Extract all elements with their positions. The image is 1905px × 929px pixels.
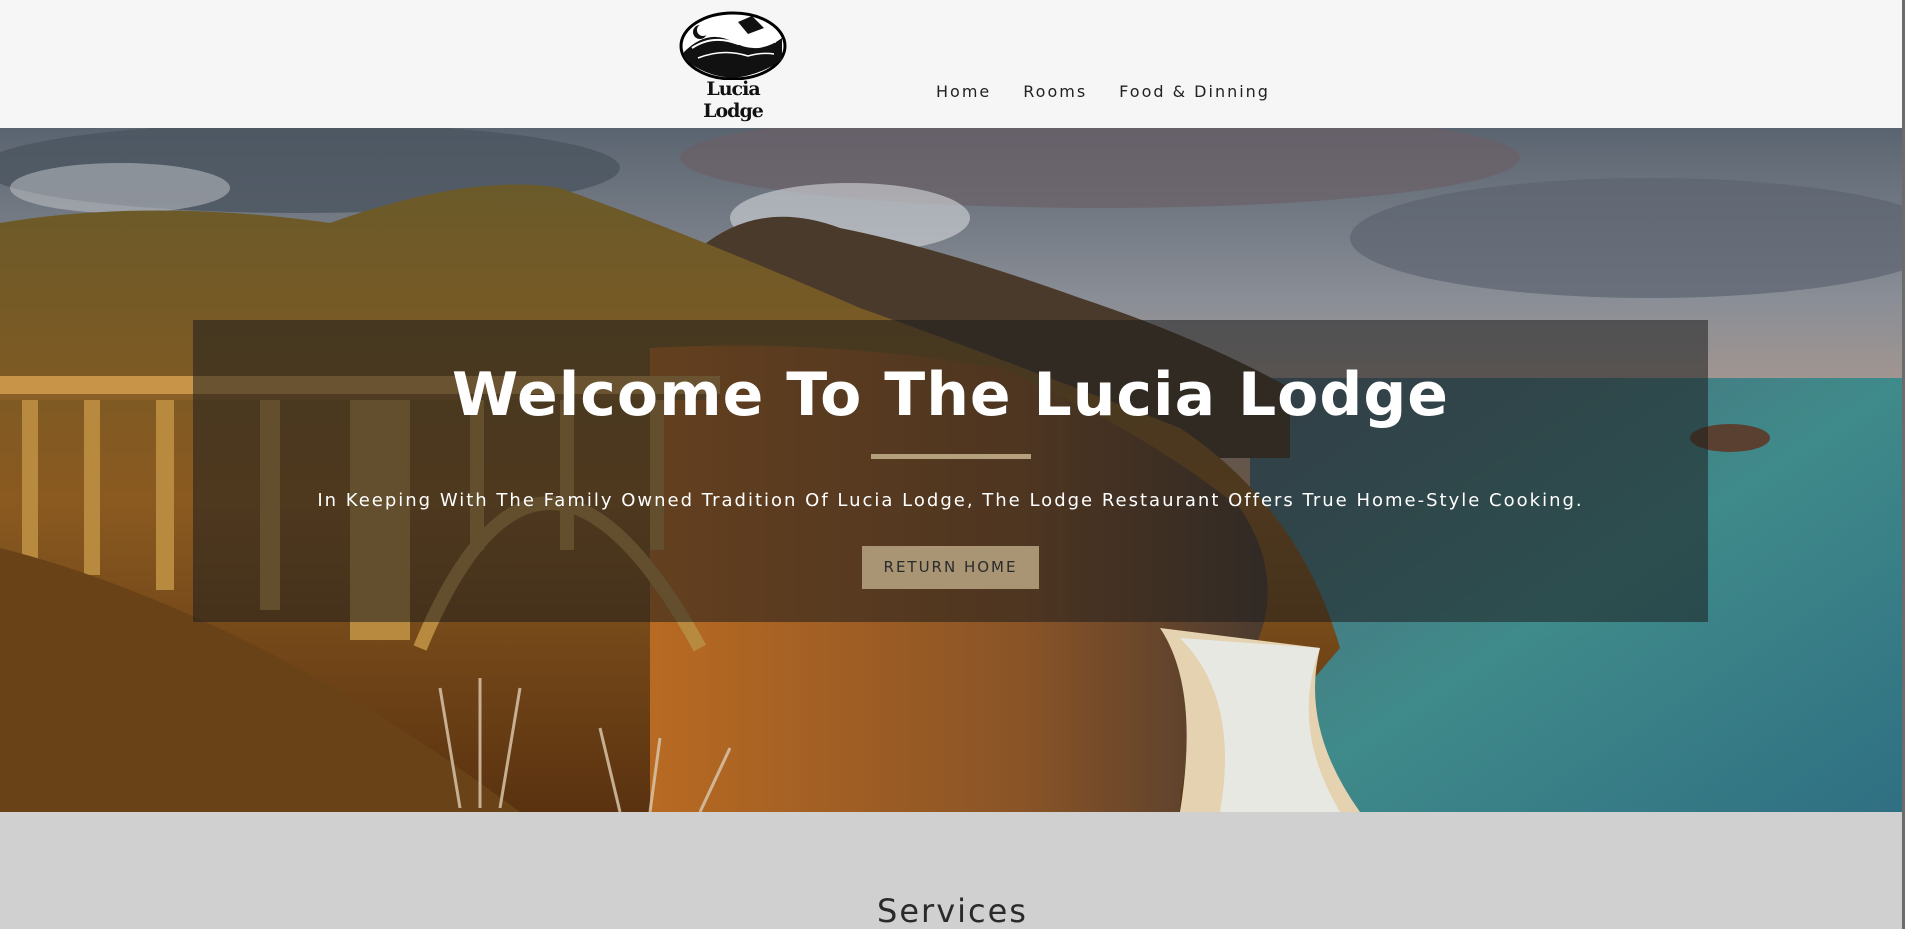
hero-section: Welcome To The Lucia Lodge In Keeping Wi… [0, 128, 1905, 812]
return-home-button[interactable]: RETURN HOME [862, 546, 1039, 589]
nav-food-dinning[interactable]: Food & Dinning [1119, 82, 1270, 101]
hero-divider [871, 454, 1031, 459]
hero-overlay-box: Welcome To The Lucia Lodge In Keeping Wi… [193, 320, 1708, 622]
page: Lucia Lodge Home Rooms Food & Dinning We… [0, 0, 1905, 929]
logo-emblem-icon [679, 11, 787, 80]
nav-rooms[interactable]: Rooms [1023, 82, 1087, 101]
main-nav: Home Rooms Food & Dinning [936, 82, 1302, 101]
lucia-lodge-logo[interactable]: Lucia Lodge [678, 8, 788, 122]
services-section: Services [0, 812, 1905, 929]
site-header: Lucia Lodge Home Rooms Food & Dinning [0, 0, 1905, 128]
services-heading: Services [877, 892, 1028, 929]
hero-title: Welcome To The Lucia Lodge [452, 360, 1449, 430]
hero-subtitle: In Keeping With The Family Owned Traditi… [317, 490, 1584, 511]
nav-home[interactable]: Home [936, 82, 991, 101]
logo-text: Lucia Lodge [703, 78, 764, 122]
